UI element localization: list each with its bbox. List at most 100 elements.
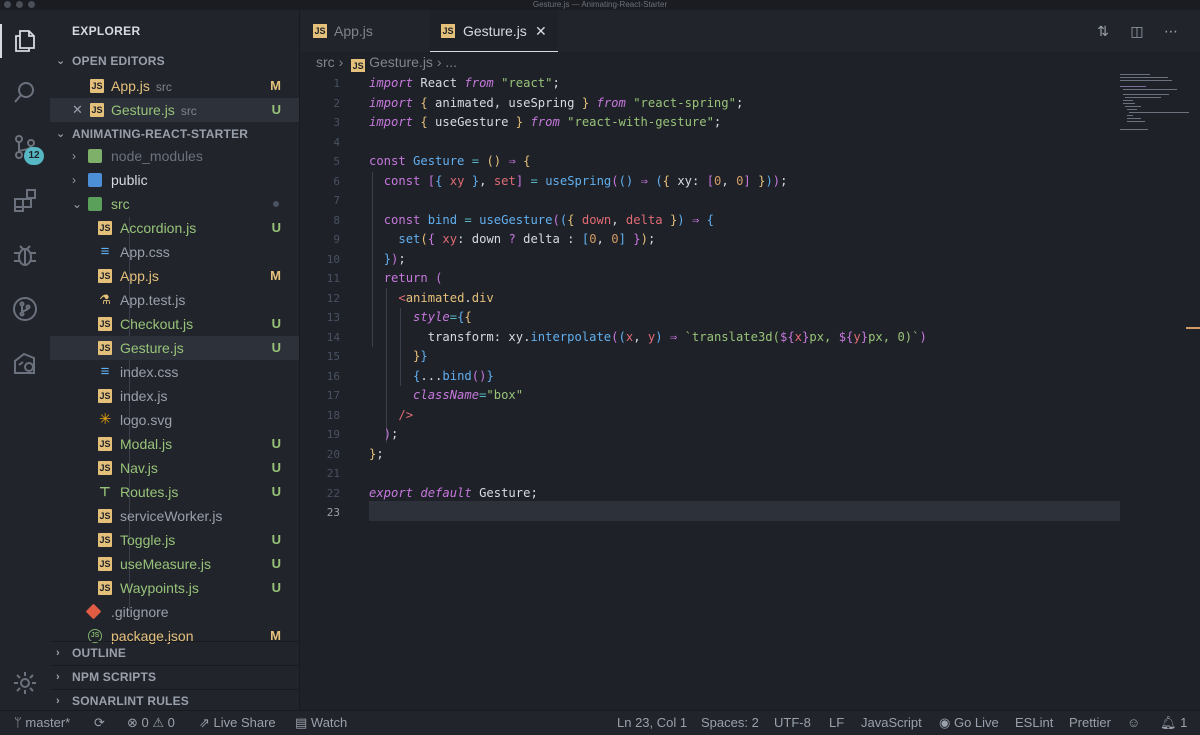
outline-section[interactable]: › OUTLINE [50, 641, 300, 663]
git-status-badge: U [271, 580, 281, 595]
src-folder-icon [88, 197, 102, 211]
line-number: 8 [333, 214, 340, 227]
remote-explorer-icon[interactable] [8, 346, 42, 380]
problems-indicator[interactable]: ⊗ 0 ⚠ 0 [127, 711, 175, 735]
file-serviceworker-js[interactable]: JS serviceWorker.js [50, 504, 299, 528]
file-modal-js[interactable]: JS Modal.js U [50, 432, 299, 456]
close-tab-icon[interactable]: ✕ [535, 10, 547, 52]
prettier-status[interactable]: Prettier [1069, 711, 1111, 735]
bell-icon: 🔔︎ [1160, 715, 1181, 730]
chevron-right-icon: › [72, 173, 76, 187]
explorer-sidebar: EXPLORER ⌄ OPEN EDITORS JS App.js src M ✕… [50, 10, 300, 710]
line-number: 16 [326, 370, 340, 383]
git-graph-icon[interactable] [8, 292, 42, 326]
file-name: Nav.js [120, 460, 158, 476]
folder-src[interactable]: ⌄ src [50, 192, 299, 216]
npm-scripts-section[interactable]: › NPM SCRIPTS [50, 665, 300, 687]
file-waypoints-js[interactable]: JS Waypoints.js U [50, 576, 299, 600]
public-folder-icon [88, 173, 102, 187]
file-index-js[interactable]: JS index.js [50, 384, 299, 408]
settings-gear-icon[interactable] [8, 666, 42, 700]
js-file-icon: JS [98, 437, 112, 451]
git-status-badge: U [271, 220, 281, 235]
test-flask-icon: ⚗ [99, 292, 111, 307]
debug-icon[interactable] [8, 238, 42, 272]
open-editor-name: Gesture.js [111, 102, 175, 118]
sync-icon[interactable]: ⟳ [94, 711, 105, 735]
file-index-css[interactable]: ≡ index.css [50, 360, 299, 384]
folder-name: public [111, 172, 148, 188]
js-file-icon: JS [351, 59, 366, 73]
css-file-icon: ≡ [100, 243, 110, 260]
open-editors-header: OPEN EDITORS [72, 54, 165, 68]
file-gesture-js[interactable]: JS Gesture.js U [50, 336, 299, 360]
open-changes-icon[interactable]: ⇅ [1094, 22, 1112, 40]
watch-button[interactable]: ▤ Watch [295, 711, 347, 735]
file-nav-js[interactable]: JS Nav.js U [50, 456, 299, 480]
file-name: Checkout.js [120, 316, 194, 332]
breadcrumb-file[interactable]: Gesture.js [369, 54, 433, 70]
explorer-icon[interactable] [8, 24, 42, 58]
open-editor-app-js[interactable]: JS App.js src M [50, 74, 299, 98]
feedback-smiley-icon[interactable]: ☺ [1127, 711, 1140, 735]
file-logo-svg[interactable]: ✳ logo.svg [50, 408, 299, 432]
close-icon[interactable]: ✕ [72, 98, 83, 122]
file-app-test-js[interactable]: ⚗ App.test.js [50, 288, 299, 312]
js-file-icon: JS [98, 389, 112, 403]
file-name: serviceWorker.js [120, 508, 223, 524]
split-editor-icon[interactable]: ◫ [1128, 22, 1146, 40]
file-app-css[interactable]: ≡ App.css [50, 240, 299, 264]
code-line: const Gesture = () ⇒ { [369, 154, 531, 168]
project-header: ANIMATING-REACT-STARTER [72, 127, 249, 141]
file-checkout-js[interactable]: JS Checkout.js U [50, 312, 299, 336]
encoding[interactable]: UTF-8 [774, 711, 811, 735]
folder-node-modules[interactable]: › node_modules [50, 144, 299, 168]
file-name: useMeasure.js [120, 556, 212, 572]
folder-public[interactable]: › public [50, 168, 299, 192]
routes-signpost-icon: ⊤ [99, 484, 111, 499]
open-editors-section[interactable]: ⌄ OPEN EDITORS [50, 50, 300, 72]
sonarlint-header: SONARLINT RULES [72, 694, 189, 708]
more-actions-icon[interactable]: ⋯ [1162, 22, 1180, 40]
sonarlint-section[interactable]: › SONARLINT RULES [50, 689, 300, 711]
file-accordion-js[interactable]: JS Accordion.js U [50, 216, 299, 240]
js-file-icon: JS [98, 317, 112, 331]
cursor-position[interactable]: Ln 23, Col 1 [617, 711, 687, 735]
tab-gesture-js[interactable]: JS Gesture.js ✕ [430, 10, 558, 52]
language-mode[interactable]: JavaScript [861, 711, 922, 735]
eslint-status[interactable]: ESLint [1015, 711, 1053, 735]
error-count: 0 [141, 715, 149, 730]
file-routes-js[interactable]: ⊤ Routes.js U [50, 480, 299, 504]
file-gitignore[interactable]: .gitignore [50, 600, 299, 624]
file-toggle-js[interactable]: JS Toggle.js U [50, 528, 299, 552]
open-editor-gesture-js[interactable]: ✕ JS Gesture.js src U [50, 98, 299, 122]
warning-count: 0 [167, 715, 175, 730]
breadcrumb-symbols[interactable]: ... [445, 54, 457, 70]
file-usemeasure-js[interactable]: JS useMeasure.js U [50, 552, 299, 576]
notifications-button[interactable]: 🔔︎ 1 [1160, 711, 1187, 735]
file-name: logo.svg [120, 412, 173, 428]
line-ending[interactable]: LF [829, 711, 844, 735]
git-status-badge: U [271, 316, 281, 331]
indentation[interactable]: Spaces: 2 [701, 711, 759, 735]
project-section[interactable]: ⌄ ANIMATING-REACT-STARTER [50, 123, 300, 145]
code-line: import React from "react"; [369, 76, 560, 90]
code-editor[interactable]: 1 2 3 4 5 6 7 8 9 10 11 12 13 14 15 16 17 18 19 20 21 22 23 im… [300, 72, 1200, 710]
file-app-js[interactable]: JS App.js M [50, 264, 299, 288]
breadcrumb-folder[interactable]: src [316, 54, 335, 70]
code-line: transform: xy.interpolate((x, y) ⇒ `tran… [369, 330, 927, 344]
minimap[interactable] [1120, 72, 1200, 132]
live-share-button[interactable]: ⇗ Live Share [199, 711, 276, 735]
search-icon[interactable] [8, 76, 42, 110]
file-name: index.js [120, 388, 168, 404]
git-diamond-icon [85, 603, 102, 620]
js-file-icon: JS [98, 533, 112, 547]
node-folder-icon [88, 149, 102, 163]
go-live-button[interactable]: ◉ Go Live [939, 711, 999, 735]
tab-app-js[interactable]: JS App.js [300, 10, 428, 52]
git-status-badge: M [270, 268, 281, 283]
branch-indicator[interactable]: ᛘ master* [14, 711, 70, 735]
line-number: 13 [326, 311, 340, 324]
extensions-icon[interactable] [8, 184, 42, 218]
file-name: Routes.js [120, 484, 179, 500]
